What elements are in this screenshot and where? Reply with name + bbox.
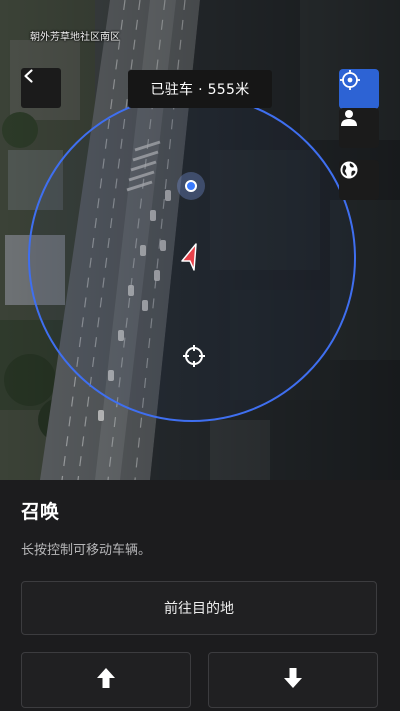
go-to-destination-button[interactable]: 前往目的地 — [21, 581, 377, 635]
location-dot-icon — [177, 172, 205, 200]
summon-panel: 召唤 长按控制可移动车辆。 前往目的地 — [0, 480, 400, 711]
parking-status-label: 已驻车 · 555米 — [150, 82, 250, 98]
navigation-arrow-icon — [172, 240, 206, 274]
person-button[interactable] — [339, 108, 379, 148]
panel-description: 长按控制可移动车辆。 — [21, 543, 152, 558]
arrow-up-icon — [96, 667, 116, 693]
globe-button[interactable] — [339, 160, 379, 200]
parking-status: 已驻车 · 555米 — [128, 70, 272, 108]
locate-button[interactable] — [339, 69, 379, 109]
crosshair-target-icon[interactable] — [181, 343, 207, 369]
area-label: 朝外芳草地社区南区 — [30, 32, 120, 43]
arrow-down-icon — [283, 667, 303, 693]
satellite-map[interactable]: 朝外芳草地社区南区 已驻车 · 555米 — [0, 0, 400, 480]
go-to-destination-label: 前往目的地 — [164, 601, 234, 617]
forward-button[interactable] — [21, 652, 191, 708]
panel-title: 召唤 — [21, 501, 60, 523]
reverse-button[interactable] — [208, 652, 378, 708]
back-button[interactable] — [21, 68, 61, 108]
